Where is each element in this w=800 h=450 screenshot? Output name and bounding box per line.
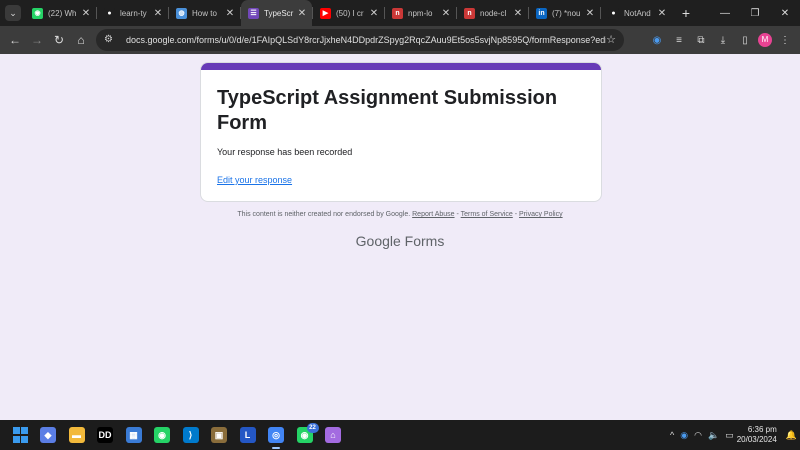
new-tab-button[interactable]: +	[676, 5, 696, 21]
copilot-icon[interactable]: ◆	[40, 427, 56, 443]
menu-kebab-icon[interactable]: ⋮	[776, 35, 794, 46]
tab-close-icon[interactable]: ✕	[153, 8, 163, 19]
tray-app-icon[interactable]: ◉	[680, 430, 688, 441]
windows-taskbar: ◆ ▬ DD ▦ ◉ ⟩ ▣ L ◎ ◉ 22 ⌂ ^ ◉ ◠ 🔈 ▭ 6:36 pm 20/03/2…	[0, 420, 800, 450]
minimize-icon[interactable]: —	[710, 8, 740, 19]
show-hidden-icons-icon[interactable]: ^	[670, 430, 674, 440]
tab-close-icon[interactable]: ✕	[81, 8, 91, 19]
tab-close-icon[interactable]: ✕	[513, 8, 523, 19]
google-wordmark: Google	[355, 233, 401, 249]
clock-date: 20/03/2024	[736, 435, 777, 444]
browser-tab[interactable]: ◍ How to ✕	[169, 0, 240, 26]
battery-icon[interactable]: ▭	[725, 430, 734, 441]
whatsapp-business-icon[interactable]: ◉ 22	[296, 423, 319, 443]
wifi-icon[interactable]: ◠	[694, 430, 702, 441]
terms-link[interactable]: Terms of Service	[461, 211, 513, 218]
tab-close-icon[interactable]: ✕	[369, 8, 379, 19]
back-icon[interactable]: ←	[4, 33, 26, 47]
browser-tab[interactable]: n node-cl ✕	[457, 0, 528, 26]
tab-title: NotAnd	[624, 8, 651, 18]
chrome-icon[interactable]: ◎	[268, 427, 284, 443]
profile-avatar[interactable]: M	[758, 33, 772, 47]
privacy-link[interactable]: Privacy Policy	[519, 211, 563, 218]
tab-title: learn-ty	[120, 8, 147, 18]
clock[interactable]: 6:36 pm 20/03/2024	[737, 425, 777, 445]
browser-tab[interactable]: in (7) *nou ✕	[529, 0, 600, 26]
l-app-icon[interactable]: L	[239, 427, 256, 443]
media-controls-icon[interactable]: ≡	[670, 35, 688, 46]
tab-strip: ⌄ ◉ (22) Wh ✕ ● learn-ty ✕ ◍ How to ✕ ☰ TypeScr ✕ ▶(…	[0, 0, 800, 26]
browser-tab[interactable]: ◉ (22) Wh ✕	[25, 0, 96, 26]
reload-icon[interactable]: ↻	[48, 33, 70, 47]
restore-icon[interactable]: ❐	[740, 8, 770, 19]
address-bar[interactable]: ⚙ docs.google.com/forms/u/0/d/e/1FAIpQLS…	[96, 29, 624, 51]
npm-icon: n	[392, 7, 403, 19]
github-icon: ●	[608, 7, 619, 19]
whatsapp-icon[interactable]: ◉	[154, 427, 170, 443]
side-panel-icon[interactable]: ▯	[736, 35, 754, 46]
browser-tab[interactable]: ● learn-ty ✕	[97, 0, 168, 26]
file-explorer-icon[interactable]: ▬	[68, 427, 85, 443]
forms-wordmark: Forms	[400, 233, 445, 249]
dolby-icon[interactable]: DD	[97, 427, 113, 443]
vscode-icon[interactable]: ⟩	[182, 427, 199, 443]
report-abuse-link[interactable]: Report Abuse	[412, 211, 454, 218]
browser-tab[interactable]: ▶ (50) I cr ✕	[313, 0, 384, 26]
active-app-indicator	[272, 447, 280, 449]
tab-close-icon[interactable]: ✕	[585, 8, 595, 19]
youtube-icon: ▶	[320, 7, 331, 19]
tab-close-icon[interactable]: ✕	[297, 8, 307, 19]
tab-close-icon[interactable]: ✕	[441, 8, 451, 19]
form-confirmation-card: TypeScript Assignment Submission Form Yo…	[200, 62, 602, 202]
browser-tab[interactable]: ● NotAnd ✕	[601, 0, 672, 26]
site-info-icon[interactable]: ⚙	[104, 34, 118, 46]
tab-title: (7) *nou	[552, 8, 581, 18]
google-forms-icon: ☰	[248, 7, 259, 19]
volume-icon[interactable]: 🔈	[708, 430, 719, 441]
tab-close-icon[interactable]: ✕	[657, 8, 667, 19]
notifications-bell-icon[interactable]: 🔔	[786, 430, 797, 441]
form-title: TypeScript Assignment Submission Form	[217, 87, 558, 134]
tab-title: TypeScr	[264, 8, 294, 18]
tab-title: (50) I cr	[336, 8, 364, 18]
google-forms-logo[interactable]: Google Forms	[0, 233, 800, 249]
globe-icon: ◍	[176, 7, 187, 19]
browser-tab[interactable]: n npm-lo ✕	[385, 0, 456, 26]
extensions-icon[interactable]: ⧉	[692, 35, 710, 46]
response-recorded-message: Your response has been recorded	[217, 147, 353, 157]
toolbar-actions: ◉ ≡ ⧉ ⤓ ▯ M ⋮	[648, 26, 794, 54]
url-text[interactable]: docs.google.com/forms/u/0/d/e/1FAIpQLSdY…	[126, 35, 606, 45]
github-icon: ●	[104, 7, 115, 19]
tab-title: npm-lo	[408, 8, 433, 18]
forward-icon[interactable]: →	[26, 33, 48, 47]
tab-search-button[interactable]: ⌄	[5, 5, 21, 21]
npm-icon: n	[464, 7, 475, 19]
linkedin-icon: in	[536, 7, 547, 19]
close-window-icon[interactable]: ✕	[770, 8, 800, 19]
tab-title: node-cl	[480, 8, 507, 18]
tab-title: (22) Wh	[48, 8, 77, 18]
home-icon[interactable]: ⌂	[70, 33, 92, 47]
whatsapp-icon: ◉	[32, 7, 43, 19]
card-accent-bar	[201, 63, 601, 70]
edit-response-link[interactable]: Edit your response	[217, 175, 292, 185]
window-controls: — ❐ ✕	[710, 0, 800, 26]
browser-tab[interactable]: ☰ TypeScr ✕	[241, 0, 312, 26]
tab-close-icon[interactable]: ✕	[225, 8, 235, 19]
browser-toolbar: ← → ↻ ⌂ ⚙ docs.google.com/forms/u/0/d/e/…	[0, 26, 800, 54]
photos-icon[interactable]: ▣	[211, 427, 227, 443]
downloads-icon[interactable]: ⤓	[714, 35, 732, 46]
disclaimer-text: This content is neither created nor endo…	[237, 211, 411, 218]
start-button-icon[interactable]	[12, 427, 28, 443]
microsoft-store-icon[interactable]: ▦	[125, 427, 142, 443]
footer-disclaimer: This content is neither created nor endo…	[0, 211, 800, 218]
home-app-icon[interactable]: ⌂	[325, 427, 341, 443]
system-tray: ^ ◉ ◠ 🔈 ▭ 6:36 pm 20/03/2024 🔔	[667, 420, 800, 450]
clock-time: 6:36 pm	[747, 425, 777, 434]
notification-badge: 22	[306, 423, 319, 433]
bookmark-star-icon[interactable]: ☆	[606, 33, 616, 46]
tab-title: How to	[192, 8, 217, 18]
extension-blue-icon[interactable]: ◉	[648, 35, 666, 46]
